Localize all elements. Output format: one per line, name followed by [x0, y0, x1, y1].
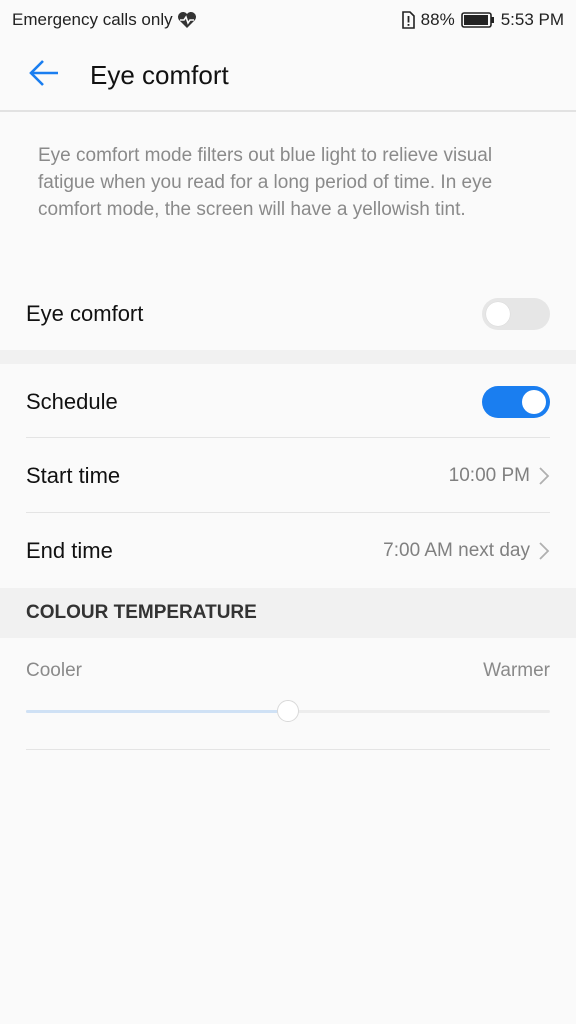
- start-time-row[interactable]: Start time 10:00 PM: [26, 454, 550, 498]
- heart-icon: [177, 11, 197, 29]
- slider-labels: Cooler Warmer: [26, 660, 550, 682]
- carrier-text: Emergency calls only: [12, 10, 173, 29]
- status-right: 88% 5:53 PM: [401, 10, 564, 30]
- status-bar: Emergency calls only 88% 5:53 PM: [0, 0, 576, 40]
- slider-thumb[interactable]: [277, 700, 299, 722]
- colour-temperature-slider[interactable]: [26, 700, 550, 724]
- colour-temperature-header: COLOUR TEMPERATURE: [0, 588, 576, 638]
- warmer-label: Warmer: [483, 660, 550, 681]
- eye-comfort-label: Eye comfort: [26, 301, 144, 326]
- toggle-knob: [486, 302, 510, 326]
- chevron-right-icon: [538, 541, 550, 561]
- battery-icon: [460, 12, 495, 28]
- eye-comfort-toggle[interactable]: [482, 298, 550, 330]
- end-time-row[interactable]: End time 7:00 AM next day: [26, 529, 550, 573]
- slider-fill: [26, 710, 288, 713]
- schedule-label: Schedule: [26, 389, 118, 414]
- end-time-label: End time: [26, 538, 113, 563]
- start-time-label: Start time: [26, 463, 121, 488]
- chevron-right-icon: [538, 466, 550, 486]
- arrow-left-icon: [28, 59, 60, 92]
- start-time-value-group: 10:00 PM: [449, 465, 550, 487]
- end-time-value-group: 7:00 AM next day: [383, 540, 550, 562]
- battery-percent: 88%: [420, 10, 455, 29]
- row-divider: [26, 749, 550, 750]
- end-time-value: 7:00 AM next day: [383, 540, 530, 561]
- row-divider: [26, 437, 550, 438]
- status-time: 5:53 PM: [500, 10, 564, 29]
- page-title: Eye comfort: [90, 59, 229, 90]
- schedule-row: Schedule: [26, 380, 550, 424]
- screen: Emergency calls only 88% 5:53 PM Eye com…: [0, 0, 576, 1024]
- cooler-label: Cooler: [26, 660, 82, 681]
- app-bar: Eye comfort: [0, 40, 576, 112]
- sim-alert-icon: [401, 11, 415, 29]
- row-divider: [26, 512, 550, 513]
- toggle-knob: [522, 390, 546, 414]
- start-time-value: 10:00 PM: [448, 465, 530, 486]
- schedule-toggle[interactable]: [482, 386, 550, 418]
- description-text: Eye comfort mode filters out blue light …: [38, 145, 493, 220]
- status-left: Emergency calls only: [12, 10, 197, 30]
- section-divider: [0, 350, 576, 364]
- eye-comfort-row: Eye comfort: [26, 292, 550, 336]
- back-button[interactable]: [14, 45, 74, 105]
